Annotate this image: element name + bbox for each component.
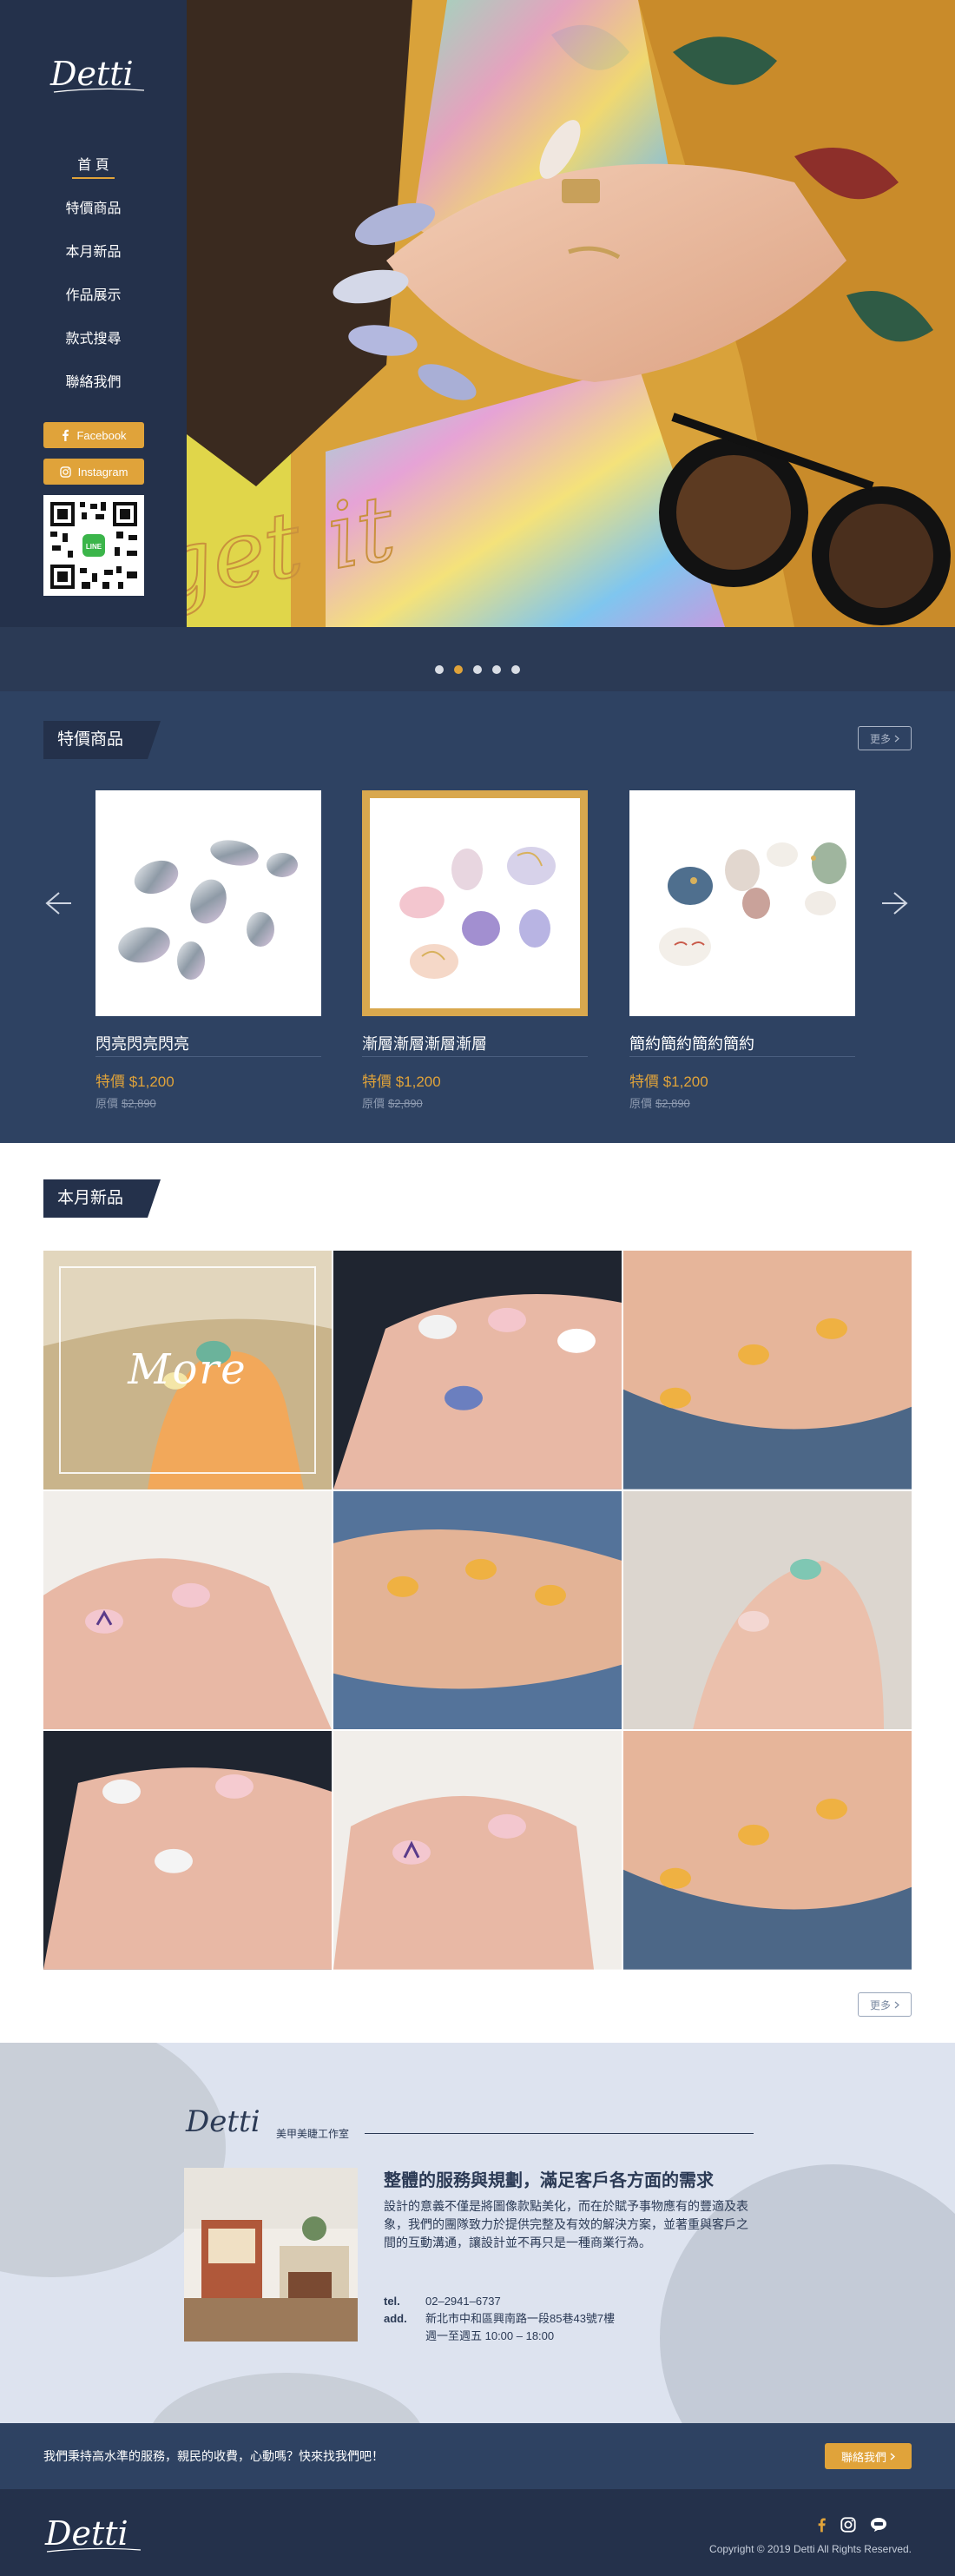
svg-text:Detti: Detti — [44, 2514, 128, 2553]
gallery-tile[interactable] — [623, 1731, 912, 1970]
new-items-grid: More — [43, 1251, 912, 1970]
instagram-button[interactable]: Instagram — [43, 459, 144, 485]
product-name[interactable]: 閃亮閃亮閃亮 — [96, 1032, 321, 1057]
footer-social-icons — [816, 2517, 887, 2533]
product-image[interactable] — [96, 790, 321, 1016]
gallery-tile[interactable] — [43, 1490, 332, 1730]
product-price: 特價 $1,200 — [362, 1073, 441, 1090]
slider-dots — [0, 665, 955, 674]
svg-text:Detti: Detti — [49, 55, 134, 93]
brand-logo[interactable]: Detti — [47, 49, 151, 101]
divider — [365, 2133, 754, 2134]
specials-section: 特價商品 更多 閃亮閃亮閃亮 特價 $1,200 原價 $2,890 漸層漸層漸… — [0, 691, 955, 1143]
sidebar: Detti 首 頁 特價商品 本月新品 作品展示 款式搜尋 聯絡我們 Faceb… — [0, 0, 187, 627]
gallery-tile[interactable] — [623, 1490, 912, 1730]
slider-dot-active[interactable] — [454, 665, 463, 674]
gallery-tile[interactable] — [333, 1490, 622, 1730]
phone-number[interactable]: 02–2941–6737 — [425, 2293, 501, 2310]
studio-photo — [184, 2168, 358, 2342]
product-image[interactable] — [362, 790, 588, 1016]
nav-item-contact[interactable]: 聯絡我們 — [0, 370, 187, 413]
new-items-more-button[interactable]: 更多 — [858, 1992, 912, 2017]
facebook-button[interactable]: Facebook — [43, 422, 144, 448]
hero-banner-image[interactable]: get it — [187, 0, 955, 627]
product-original-price: 原價 $2,890 — [629, 1097, 690, 1110]
footer-logo[interactable]: Detti — [43, 2510, 148, 2557]
product-card[interactable]: 閃亮閃亮閃亮 特價 $1,200 原價 $2,890 — [96, 790, 321, 1111]
about-title: 整體的服務與規劃，滿足客戶各方面的需求 — [384, 2171, 714, 2190]
product-original-price: 原價 $2,890 — [362, 1097, 423, 1110]
hero-section: Detti 首 頁 特價商品 本月新品 作品展示 款式搜尋 聯絡我們 Faceb… — [0, 0, 955, 691]
new-items-heading: 本月新品 — [43, 1179, 161, 1218]
carousel-next-arrow-icon[interactable] — [879, 886, 913, 921]
about-section: Detti 美甲美睫工作室 整體的服務與規劃，滿足客戶各方面的需求 設計的意義不… — [0, 2043, 955, 2423]
product-image[interactable] — [629, 790, 855, 1016]
nav-item-gallery[interactable]: 作品展示 — [0, 283, 187, 327]
address: 新北市中和區興南路一段85巷43號7樓 — [425, 2312, 616, 2325]
nav-item-specials[interactable]: 特價商品 — [0, 196, 187, 240]
more-overlay[interactable]: More — [59, 1266, 316, 1474]
product-name[interactable]: 簡約簡約簡約簡約 — [629, 1032, 855, 1057]
svg-text:Detti: Detti — [185, 2104, 260, 2139]
instagram-icon[interactable] — [840, 2517, 856, 2533]
specials-heading: 特價商品 — [43, 721, 161, 759]
product-price: 特價 $1,200 — [629, 1073, 708, 1090]
facebook-icon[interactable] — [816, 2517, 827, 2533]
studio-logo: Detti — [185, 2104, 260, 2139]
slider-dot[interactable] — [492, 665, 501, 674]
gallery-tile[interactable] — [333, 1731, 622, 1970]
contact-us-button[interactable]: 聯絡我們 — [825, 2443, 912, 2469]
studio-label: 美甲美睫工作室 — [276, 2128, 350, 2140]
gallery-tile[interactable] — [43, 1731, 332, 1970]
carousel-prev-arrow-icon[interactable] — [40, 886, 75, 921]
new-items-section: 本月新品 More 更多 — [0, 1143, 955, 2043]
chevron-right-icon — [894, 735, 899, 742]
nav-item-new[interactable]: 本月新品 — [0, 240, 187, 283]
chevron-right-icon — [894, 2001, 899, 2008]
business-hours: 週一至週五 10:00 – 18:00 — [425, 2329, 555, 2342]
cta-bar: 我們秉持高水準的服務，親民的收費，心動嗎？快來找我們吧！ 聯絡我們 — [0, 2423, 955, 2489]
product-card-highlighted[interactable]: 漸層漸層漸層漸層 特價 $1,200 原價 $2,890 — [362, 790, 588, 1111]
specials-more-button[interactable]: 更多 — [858, 726, 912, 750]
line-qr-code[interactable]: LINE — [43, 495, 144, 596]
nav-item-home[interactable]: 首 頁 — [0, 153, 187, 196]
gallery-tile[interactable] — [623, 1251, 912, 1489]
about-description: 設計的意義不僅是將圖像款點美化，而在於賦予事物應有的豐適及表象，我們的團隊致力於… — [384, 2199, 748, 2249]
slider-dot[interactable] — [511, 665, 520, 674]
slider-dot[interactable] — [473, 665, 482, 674]
copyright-text: Copyright © 2019 Detti All Rights Reserv… — [709, 2543, 912, 2555]
instagram-label: Instagram — [77, 465, 128, 479]
facebook-label: Facebook — [76, 428, 127, 442]
line-badge: LINE — [86, 543, 102, 551]
main-nav: 首 頁 特價商品 本月新品 作品展示 款式搜尋 聯絡我們 — [0, 153, 187, 413]
facebook-icon — [63, 429, 69, 441]
product-original-price: 原價 $2,890 — [96, 1097, 156, 1110]
product-price: 特價 $1,200 — [96, 1073, 175, 1090]
product-name[interactable]: 漸層漸層漸層漸層 — [362, 1032, 588, 1057]
cta-text: 我們秉持高水準的服務，親民的收費，心動嗎？快來找我們吧！ — [43, 2449, 384, 2463]
slider-dot[interactable] — [435, 665, 444, 674]
line-icon[interactable] — [870, 2517, 887, 2533]
nav-item-search[interactable]: 款式搜尋 — [0, 327, 187, 370]
product-card[interactable]: 簡約簡約簡約簡約 特價 $1,200 原價 $2,890 — [629, 790, 855, 1111]
contact-info: tel. 02–2941–6737 add. 新北市中和區興南路一段85巷43號7樓… — [384, 2293, 615, 2345]
gallery-tile[interactable] — [333, 1251, 622, 1489]
chevron-right-icon — [890, 2452, 895, 2460]
instagram-icon — [59, 466, 71, 478]
gallery-more-tile[interactable]: More — [43, 1251, 332, 1489]
footer: Detti Copyright © 2019 Detti All Rights … — [0, 2489, 955, 2576]
